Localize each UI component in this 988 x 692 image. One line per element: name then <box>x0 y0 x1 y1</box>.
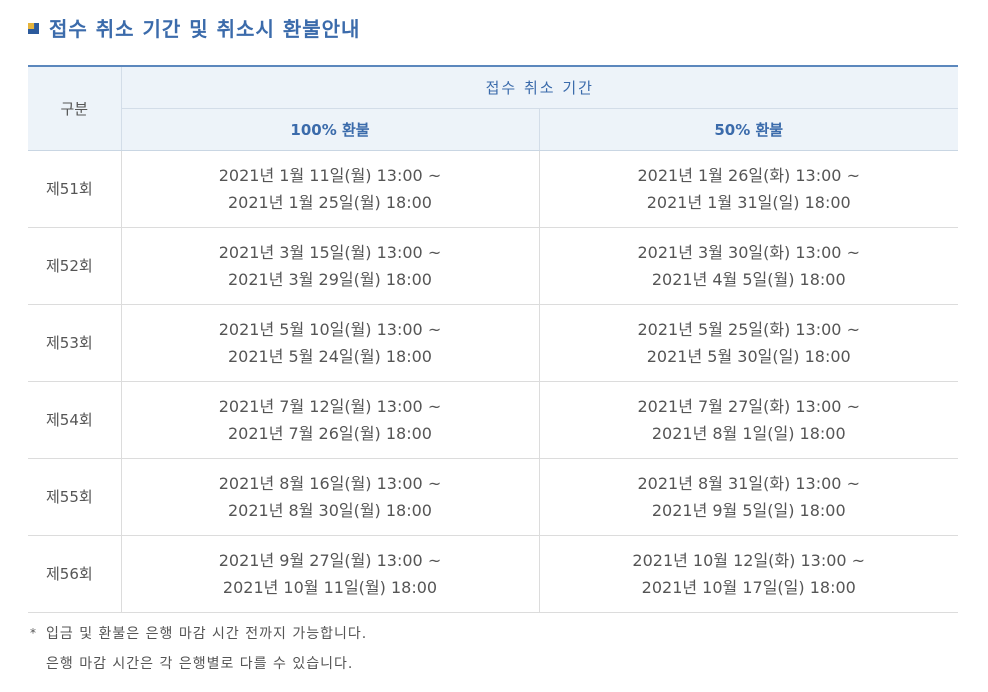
half-refund-end: 2021년 5월 30일(일) 18:00 <box>646 347 851 366</box>
half-refund-start: 2021년 7월 27일(화) 13:00 ~ <box>637 397 860 416</box>
half-refund-start: 2021년 8월 31일(화) 13:00 ~ <box>637 474 860 493</box>
full-refund-start: 2021년 7월 12일(월) 13:00 ~ <box>218 397 442 416</box>
table-row: 제53회 2021년 5월 10일(월) 13:00 ~ 2021년 5월 24… <box>28 304 958 382</box>
note-text-2: 은행 마감 시간은 각 은행별로 다를 수 있습니다. <box>46 656 354 672</box>
half-refund-start: 2021년 3월 30일(화) 13:00 ~ <box>637 243 860 262</box>
half-refund-start: 2021년 1월 26일(화) 13:00 ~ <box>637 166 860 185</box>
full-refund-start: 2021년 1월 11일(월) 13:00 ~ <box>218 166 442 185</box>
table-row: 제56회 2021년 9월 27일(월) 13:00 ~ 2021년 10월 1… <box>28 535 958 613</box>
half-refund-start: 2021년 10월 12일(화) 13:00 ~ <box>632 551 866 570</box>
round-cell: 제54회 <box>28 381 122 459</box>
table-row: 제51회 2021년 1월 11일(월) 13:00 ~ 2021년 1월 25… <box>28 150 958 228</box>
round-cell: 제52회 <box>28 227 122 305</box>
full-refund-cell: 2021년 3월 15일(월) 13:00 ~ 2021년 3월 29일(월) … <box>121 227 540 305</box>
square-bullet-icon <box>28 23 39 34</box>
full-refund-start: 2021년 8월 16일(월) 13:00 ~ <box>218 474 442 493</box>
half-refund-cell: 2021년 3월 30일(화) 13:00 ~ 2021년 4월 5일(월) 1… <box>539 227 958 305</box>
half-refund-cell: 2021년 7월 27일(화) 13:00 ~ 2021년 8월 1일(일) 1… <box>539 381 958 459</box>
full-refund-cell: 2021년 1월 11일(월) 13:00 ~ 2021년 1월 25일(월) … <box>121 150 540 228</box>
full-refund-cell: 2021년 9월 27일(월) 13:00 ~ 2021년 10월 11일(월)… <box>121 535 540 613</box>
header-100-refund: 100% 환불 <box>121 108 540 151</box>
full-refund-end: 2021년 7월 26일(월) 18:00 <box>228 424 432 443</box>
full-refund-end: 2021년 3월 29일(월) 18:00 <box>228 270 432 289</box>
round-cell: 제56회 <box>28 535 122 613</box>
full-refund-end: 2021년 10월 11일(월) 18:00 <box>222 578 438 597</box>
round-cell: 제55회 <box>28 458 122 536</box>
half-refund-end: 2021년 4월 5일(월) 18:00 <box>651 270 846 289</box>
full-refund-start: 2021년 3월 15일(월) 13:00 ~ <box>218 243 442 262</box>
header-50-refund: 50% 환불 <box>539 108 958 151</box>
full-refund-end: 2021년 8월 30일(월) 18:00 <box>228 501 432 520</box>
half-refund-cell: 2021년 5월 25일(화) 13:00 ~ 2021년 5월 30일(일) … <box>539 304 958 382</box>
half-refund-end: 2021년 8월 1일(일) 18:00 <box>651 424 846 443</box>
half-refund-end: 2021년 9월 5일(일) 18:00 <box>651 501 846 520</box>
half-refund-end: 2021년 10월 17일(일) 18:00 <box>641 578 856 597</box>
header-gubun: 구분 <box>28 65 122 151</box>
full-refund-cell: 2021년 8월 16일(월) 13:00 ~ 2021년 8월 30일(월) … <box>121 458 540 536</box>
table-subheader-row: 100% 환불 50% 환불 <box>28 108 958 151</box>
note-line-1: * 입금 및 환불은 은행 마감 시간 전까지 가능합니다. <box>30 618 367 648</box>
refund-period-table: 구분 접수 취소 기간 100% 환불 50% 환불 제51회 2021년 1월… <box>28 65 958 613</box>
half-refund-start: 2021년 5월 25일(화) 13:00 ~ <box>637 320 860 339</box>
header-cancel-period: 접수 취소 기간 <box>121 65 958 109</box>
full-refund-end: 2021년 5월 24일(월) 18:00 <box>228 347 432 366</box>
round-cell: 제53회 <box>28 304 122 382</box>
half-refund-cell: 2021년 1월 26일(화) 13:00 ~ 2021년 1월 31일(일) … <box>539 150 958 228</box>
half-refund-end: 2021년 1월 31일(일) 18:00 <box>646 193 851 212</box>
full-refund-start: 2021년 9월 27일(월) 13:00 ~ <box>218 551 442 570</box>
half-refund-cell: 2021년 10월 12일(화) 13:00 ~ 2021년 10월 17일(일… <box>539 535 958 613</box>
full-refund-end: 2021년 1월 25일(월) 18:00 <box>228 193 432 212</box>
half-refund-cell: 2021년 8월 31일(화) 13:00 ~ 2021년 9월 5일(일) 1… <box>539 458 958 536</box>
note-line-2: 은행 마감 시간은 각 은행별로 다를 수 있습니다. <box>30 648 367 678</box>
table-row: 제54회 2021년 7월 12일(월) 13:00 ~ 2021년 7월 26… <box>28 381 958 459</box>
section-title: 접수 취소 기간 및 취소시 환불안내 <box>28 12 360 42</box>
notes: * 입금 및 환불은 은행 마감 시간 전까지 가능합니다. 은행 마감 시간은… <box>30 618 367 678</box>
full-refund-cell: 2021년 7월 12일(월) 13:00 ~ 2021년 7월 26일(월) … <box>121 381 540 459</box>
round-cell: 제51회 <box>28 150 122 228</box>
full-refund-cell: 2021년 5월 10일(월) 13:00 ~ 2021년 5월 24일(월) … <box>121 304 540 382</box>
table-header-row: 구분 접수 취소 기간 <box>28 65 958 151</box>
table-row: 제52회 2021년 3월 15일(월) 13:00 ~ 2021년 3월 29… <box>28 227 958 305</box>
table-row: 제55회 2021년 8월 16일(월) 13:00 ~ 2021년 8월 30… <box>28 458 958 536</box>
full-refund-start: 2021년 5월 10일(월) 13:00 ~ <box>218 320 442 339</box>
note-text-1: 입금 및 환불은 은행 마감 시간 전까지 가능합니다. <box>46 626 368 642</box>
asterisk-icon: * <box>30 626 37 640</box>
section-title-text: 접수 취소 기간 및 취소시 환불안내 <box>49 16 361 41</box>
